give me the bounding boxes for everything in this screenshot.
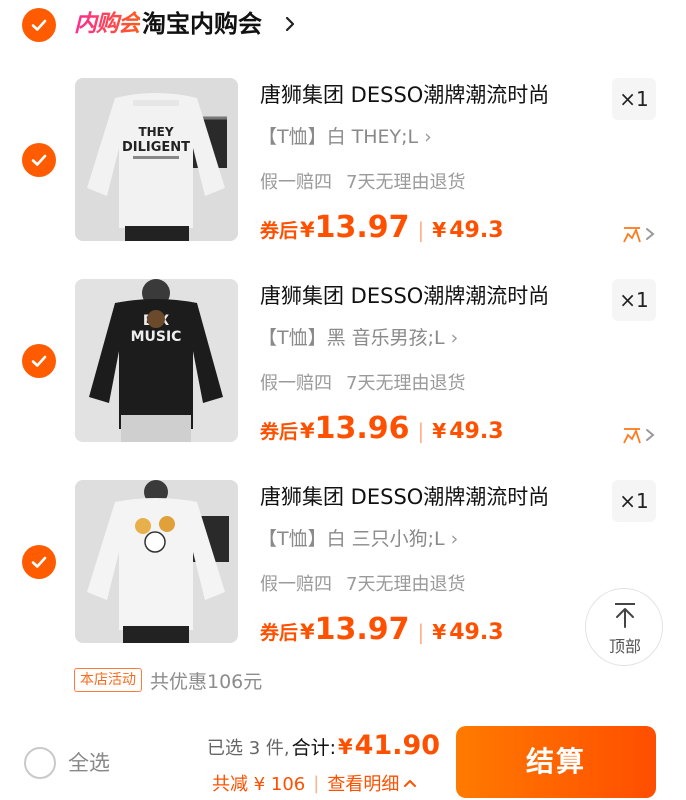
quantity-stepper[interactable]: ×1	[612, 279, 656, 321]
summary-divider: |	[313, 772, 320, 794]
quantity-stepper[interactable]: ×1	[612, 78, 656, 120]
shop-badge-logo: 内购会	[74, 8, 141, 40]
coupon-price: 13.96	[314, 411, 410, 446]
selected-count: 已选 3 件,	[207, 738, 290, 759]
checkmark-icon	[31, 355, 47, 367]
price-row: 券后 ¥ 13.97 | ¥ 49.3	[260, 210, 504, 248]
shop-promo: 本店活动 共优惠106元	[74, 666, 262, 694]
back-to-top-label: 顶部	[608, 637, 641, 656]
service-tag: 假一赔四	[260, 373, 332, 394]
service-tags: 假一赔四 7天无理由退货	[260, 170, 465, 196]
chevron-right-icon: ›	[450, 528, 459, 550]
service-tag: 假一赔四	[260, 574, 332, 595]
product-image[interactable]	[75, 480, 238, 643]
promo-text: 共优惠106元	[150, 670, 263, 693]
service-tags: 假一赔四 7天无理由退货	[260, 371, 465, 397]
product-image[interactable]: B X MUSIC	[75, 279, 238, 442]
item-select-checkbox[interactable]	[22, 143, 56, 177]
discount-summary: 共减 ¥ 106 | 查看明细	[212, 770, 417, 796]
svg-text:THEY: THEY	[138, 125, 173, 139]
shop-select-checkbox[interactable]	[22, 8, 56, 42]
currency-symbol: ¥	[300, 620, 315, 644]
price-label: 券后	[260, 421, 299, 443]
shop-header: 内购会 淘宝内购会	[0, 0, 686, 54]
price-row: 券后 ¥ 13.97 | ¥ 49.3	[260, 612, 504, 650]
price-divider: |	[417, 620, 425, 644]
chevron-up-icon[interactable]	[403, 777, 417, 789]
cart-item: 唐狮集团 DESSO潮牌潮流时尚 【T恤】白 三只小狗;L › 假一赔四 7天无理由…	[0, 480, 686, 660]
product-title[interactable]: 唐狮集团 DESSO潮牌潮流时尚	[260, 482, 549, 512]
price-label: 券后	[260, 622, 299, 644]
svg-text:DILIGENT: DILIGENT	[122, 140, 190, 155]
chevron-right-icon: ›	[450, 327, 459, 349]
discount-amount: 共减 ¥ 106	[212, 774, 306, 795]
spec-text: 【T恤】白 三只小狗;L	[258, 528, 445, 550]
product-spec-selector[interactable]: 【T恤】黑 音乐男孩;L ›	[258, 324, 458, 352]
cart-item: THEY DILIGENT 唐狮集团 DESSO潮牌潮流时尚 【T恤】白 THE…	[0, 78, 686, 258]
product-photo: THEY DILIGENT	[75, 78, 238, 241]
arrow-up-icon	[615, 603, 635, 628]
spec-text: 【T恤】白 THEY;L	[258, 126, 419, 148]
find-similar-icon[interactable]	[622, 224, 658, 244]
product-image[interactable]: THEY DILIGENT	[75, 78, 238, 241]
product-title[interactable]: 唐狮集团 DESSO潮牌潮流时尚	[260, 281, 549, 311]
total-summary: 已选 3 件, 合计: ¥ 41.90	[207, 730, 440, 764]
original-price: 49.3	[449, 620, 504, 645]
original-price: 49.3	[449, 419, 504, 444]
cart-item: B X MUSIC 唐狮集团 DESSO潮牌潮流时尚 【T恤】黑 音乐男孩;L›…	[0, 279, 686, 459]
currency-symbol: ¥	[432, 620, 447, 644]
back-to-top-button[interactable]: 顶部	[585, 588, 663, 666]
view-details-link[interactable]: 查看明细	[327, 770, 399, 796]
chevron-right-icon: ›	[424, 126, 432, 148]
currency-symbol: ¥	[432, 419, 447, 443]
original-price: 49.3	[449, 218, 504, 243]
service-tag: 假一赔四	[260, 172, 332, 193]
checkmark-icon	[31, 154, 47, 166]
service-tags: 假一赔四 7天无理由退货	[260, 572, 465, 598]
currency-symbol: ¥	[338, 735, 353, 759]
product-spec-selector[interactable]: 【T恤】白 THEY;L ›	[258, 123, 432, 151]
price-label: 券后	[260, 220, 299, 242]
shop-name-link[interactable]: 淘宝内购会	[142, 8, 262, 40]
svg-text:MUSIC: MUSIC	[131, 329, 182, 345]
currency-symbol: ¥	[300, 218, 315, 242]
select-all-label[interactable]: 全选	[68, 748, 110, 778]
item-select-checkbox[interactable]	[22, 344, 56, 378]
service-tag: 7天无理由退货	[346, 373, 466, 394]
select-all-checkbox[interactable]	[24, 747, 56, 779]
quantity-stepper[interactable]: ×1	[612, 480, 656, 522]
promo-tag: 本店活动	[74, 668, 142, 692]
spec-text: 【T恤】黑 音乐男孩;L	[258, 327, 445, 349]
product-photo	[75, 480, 238, 643]
coupon-price: 13.97	[314, 612, 410, 647]
total-label: 合计:	[291, 737, 337, 759]
item-select-checkbox[interactable]	[22, 545, 56, 579]
product-title[interactable]: 唐狮集团 DESSO潮牌潮流时尚	[260, 80, 549, 110]
price-divider: |	[417, 419, 425, 443]
currency-symbol: ¥	[300, 419, 315, 443]
total-amount: 41.90	[354, 730, 441, 761]
service-tag: 7天无理由退货	[346, 172, 466, 193]
chevron-right-icon[interactable]	[283, 15, 297, 33]
checkout-bar: 全选 已选 3 件, 合计: ¥ 41.90 共减 ¥ 106 | 查看明细 结…	[0, 712, 686, 800]
checkmark-icon	[31, 556, 47, 568]
price-divider: |	[417, 218, 425, 242]
product-spec-selector[interactable]: 【T恤】白 三只小狗;L ›	[258, 525, 458, 553]
checkout-button[interactable]: 结算	[456, 726, 656, 798]
find-similar-icon[interactable]	[622, 425, 658, 445]
currency-symbol: ¥	[432, 218, 447, 242]
service-tag: 7天无理由退货	[346, 574, 466, 595]
product-photo: B X MUSIC	[75, 279, 238, 442]
coupon-price: 13.97	[314, 210, 410, 245]
price-row: 券后 ¥ 13.96 | ¥ 49.3	[260, 411, 504, 449]
checkmark-icon	[31, 19, 47, 31]
